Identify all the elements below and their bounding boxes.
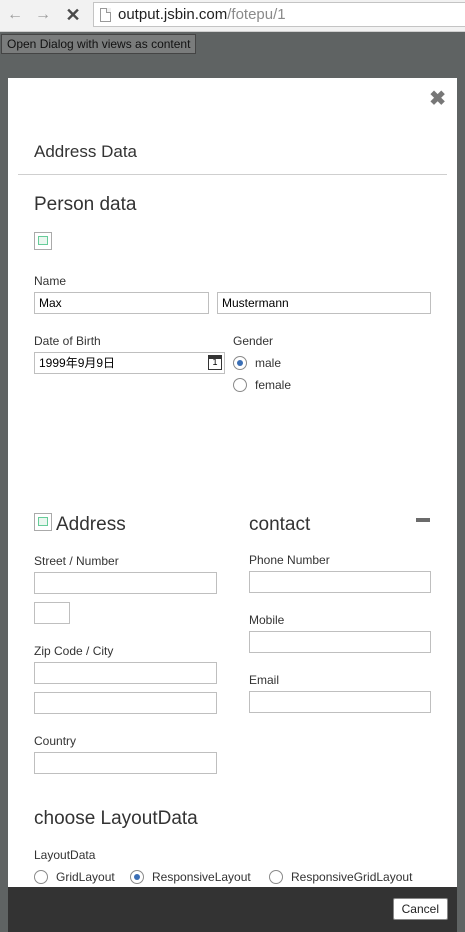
- email-input[interactable]: [249, 691, 431, 713]
- page-area: Open Dialog with views as content ✖ Addr…: [0, 32, 465, 932]
- close-icon[interactable]: ✖: [429, 89, 446, 109]
- dob-label: Date of Birth: [34, 334, 101, 348]
- house-number-input[interactable]: [34, 602, 70, 624]
- dob-value: 1999年9月9日: [39, 356, 116, 370]
- mobile-input[interactable]: [249, 631, 431, 653]
- radio-male-label: male: [255, 356, 282, 370]
- address-heading: Address: [56, 514, 126, 535]
- back-arrow-icon[interactable]: ←: [4, 5, 26, 25]
- dialog-footer: Cancel: [8, 887, 457, 932]
- mobile-label: Mobile: [249, 613, 285, 627]
- radio-responsivelayout[interactable]: [130, 870, 144, 884]
- zip-label: Zip Code / City: [34, 644, 114, 658]
- radio-responsivegridlayout[interactable]: [269, 870, 283, 884]
- layout-heading: choose LayoutData: [34, 808, 198, 829]
- broken-image-icon: [34, 232, 52, 250]
- address-bar[interactable]: output.jsbin.com/fotepu/1: [93, 2, 465, 27]
- browser-toolbar: ← → ✕ output.jsbin.com/fotepu/1: [0, 0, 465, 32]
- collapse-icon[interactable]: [416, 518, 430, 522]
- country-input[interactable]: [34, 752, 217, 774]
- dialog-title: Address Data: [34, 142, 137, 161]
- person-data-heading: Person data: [34, 194, 137, 215]
- phone-label: Phone Number: [249, 553, 330, 567]
- name-label: Name: [34, 274, 67, 288]
- zip-input[interactable]: [34, 662, 217, 684]
- radio-responsivelayout-label: ResponsiveLayout: [152, 870, 251, 884]
- country-label: Country: [34, 734, 77, 748]
- email-label: Email: [249, 673, 280, 687]
- radio-female-label: female: [255, 378, 292, 392]
- dialog-body: Person data Name Date of Birth 1999年9月9日…: [8, 175, 457, 862]
- url-text: output.jsbin.com/fotepu/1: [118, 6, 286, 23]
- stop-icon[interactable]: ✕: [62, 5, 84, 25]
- cancel-button[interactable]: Cancel: [392, 898, 448, 920]
- street-label: Street / Number: [34, 554, 119, 568]
- street-input[interactable]: [34, 572, 217, 594]
- open-dialog-button[interactable]: Open Dialog with views as content: [1, 34, 197, 54]
- phone-input[interactable]: [249, 571, 431, 593]
- city-input[interactable]: [34, 692, 217, 714]
- address-dialog: ✖ Address Data Person data Name Date of …: [8, 78, 457, 932]
- contact-heading: contact: [249, 514, 311, 535]
- radio-responsivegridlayout-label: ResponsiveGridLayout: [291, 870, 413, 884]
- layoutdata-label: LayoutData: [34, 848, 96, 862]
- calendar-icon[interactable]: 1: [208, 355, 222, 370]
- radio-gridlayout-label: GridLayout: [56, 870, 115, 884]
- url-host: output.jsbin.com: [118, 6, 228, 23]
- last-name-input[interactable]: [217, 292, 431, 314]
- first-name-input[interactable]: [34, 292, 209, 314]
- gender-label: Gender: [233, 334, 274, 348]
- page-icon: [100, 8, 111, 22]
- forward-arrow-icon[interactable]: →: [32, 5, 54, 25]
- radio-male[interactable]: [233, 356, 247, 370]
- radio-female[interactable]: [233, 378, 247, 392]
- url-path: /fotepu/1: [227, 6, 286, 23]
- broken-image-icon: [34, 513, 52, 531]
- radio-gridlayout[interactable]: [34, 870, 48, 884]
- dob-input[interactable]: 1999年9月9日 1: [34, 352, 225, 374]
